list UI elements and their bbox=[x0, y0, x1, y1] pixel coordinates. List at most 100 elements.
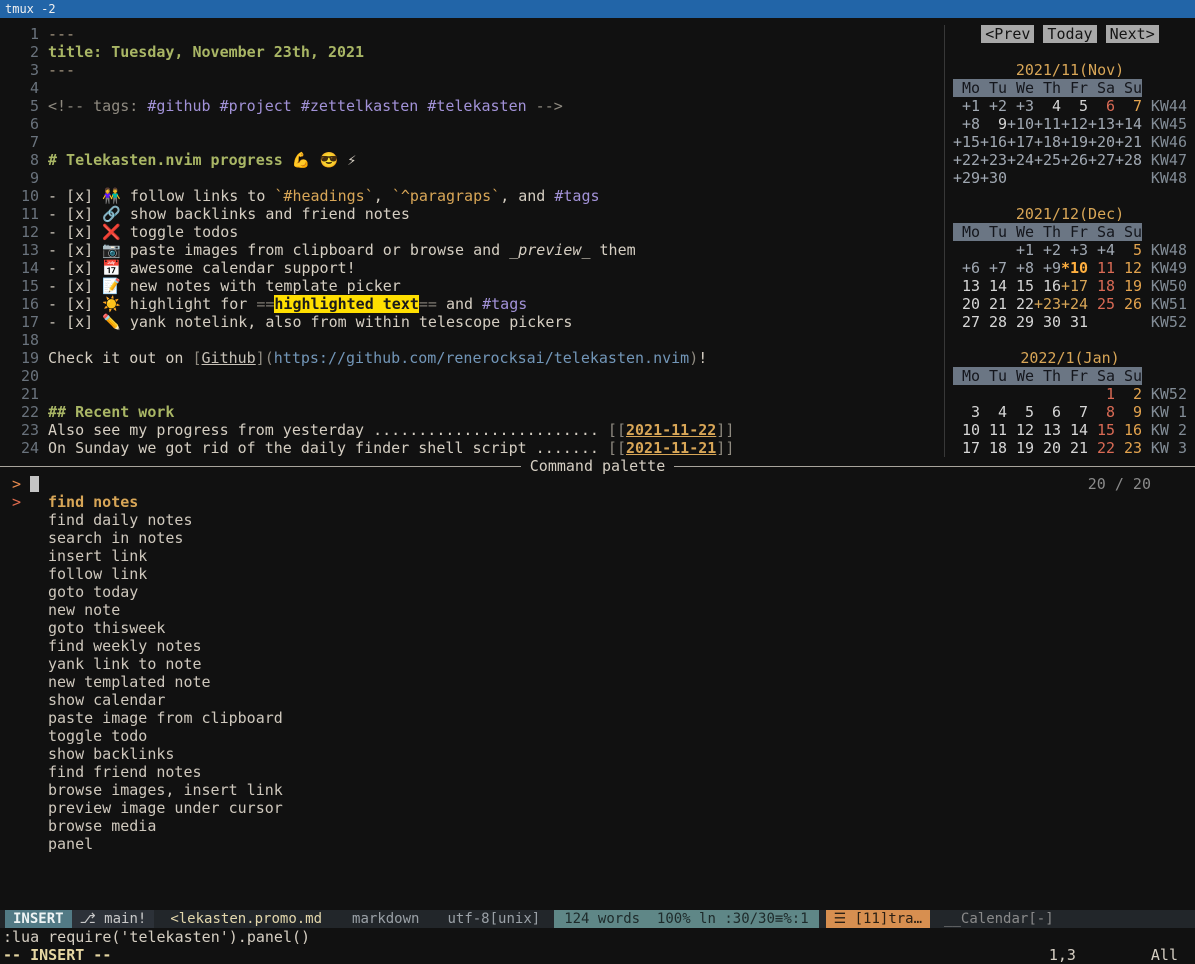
palette-item[interactable]: find weekly notes bbox=[0, 637, 1195, 655]
calendar-day[interactable]: +21 bbox=[1115, 133, 1142, 151]
editor-line[interactable]: 7 bbox=[3, 133, 944, 151]
calendar-day[interactable]: 21 bbox=[980, 295, 1007, 313]
calendar-day[interactable]: 16 bbox=[1115, 421, 1142, 439]
calendar-day[interactable]: +8 bbox=[1007, 259, 1034, 277]
editor-line[interactable]: 9 bbox=[3, 169, 944, 187]
calendar-day[interactable]: 10 bbox=[953, 421, 980, 439]
calendar-prev-button[interactable]: <Prev bbox=[981, 25, 1034, 43]
editor-line[interactable]: 1--- bbox=[3, 25, 944, 43]
editor-line[interactable]: 10- [x] 👫 follow links to `#headings`, `… bbox=[3, 187, 944, 205]
calendar-day[interactable]: 18 bbox=[980, 439, 1007, 457]
calendar-day[interactable]: +24 bbox=[1007, 151, 1034, 169]
calendar-day[interactable]: 11 bbox=[980, 421, 1007, 439]
calendar-day[interactable]: +3 bbox=[1061, 241, 1088, 259]
editor-line[interactable]: 3--- bbox=[3, 61, 944, 79]
editor-line[interactable]: 18 bbox=[3, 331, 944, 349]
calendar-day[interactable]: 16 bbox=[1034, 277, 1061, 295]
calendar-day[interactable]: 14 bbox=[1061, 421, 1088, 439]
editor-line[interactable]: 12- [x] ❌ toggle todos bbox=[3, 223, 944, 241]
calendar-day[interactable]: +30 bbox=[980, 169, 1007, 187]
calendar-day[interactable]: 11 bbox=[1088, 259, 1115, 277]
palette-item[interactable]: show calendar bbox=[0, 691, 1195, 709]
calendar-day[interactable]: +14 bbox=[1115, 115, 1142, 133]
calendar-day[interactable]: 20 bbox=[953, 295, 980, 313]
palette-item[interactable]: browse images, insert link bbox=[0, 781, 1195, 799]
calendar-day[interactable]: 19 bbox=[1115, 277, 1142, 295]
calendar-day[interactable]: +8 bbox=[953, 115, 980, 133]
palette-item[interactable]: goto today bbox=[0, 583, 1195, 601]
calendar-day[interactable]: 29 bbox=[1007, 313, 1034, 331]
editor-line[interactable]: 13- [x] 📷 paste images from clipboard or… bbox=[3, 241, 944, 259]
calendar-day[interactable]: 19 bbox=[1007, 439, 1034, 457]
calendar-day[interactable]: +22 bbox=[953, 151, 980, 169]
calendar-day[interactable]: 20 bbox=[1034, 439, 1061, 457]
calendar-day[interactable]: 15 bbox=[1088, 421, 1115, 439]
calendar-day[interactable]: +7 bbox=[980, 259, 1007, 277]
calendar-today-button[interactable]: Today bbox=[1043, 25, 1096, 43]
calendar-day[interactable]: +13 bbox=[1088, 115, 1115, 133]
calendar-day[interactable]: 7 bbox=[1115, 97, 1142, 115]
calendar-day[interactable]: 22 bbox=[1007, 295, 1034, 313]
calendar-day[interactable]: 6 bbox=[1088, 97, 1115, 115]
editor-line[interactable]: 5<!-- tags: #github #project #zettelkast… bbox=[3, 97, 944, 115]
palette-item[interactable]: show backlinks bbox=[0, 745, 1195, 763]
calendar-day[interactable]: 2 bbox=[1115, 385, 1142, 403]
command-line[interactable]: :lua require('telekasten').panel() bbox=[0, 928, 1195, 946]
palette-item[interactable]: follow link bbox=[0, 565, 1195, 583]
calendar-day[interactable]: 5 bbox=[1007, 403, 1034, 421]
calendar-day[interactable]: 1 bbox=[1088, 385, 1115, 403]
editor-line[interactable]: 8# Telekasten.nvim progress 💪 😎 ⚡ bbox=[3, 151, 944, 169]
calendar-day[interactable]: *10 bbox=[1061, 259, 1088, 277]
calendar-day[interactable]: +10 bbox=[1007, 115, 1034, 133]
editor-line[interactable]: 19Check it out on [Github](https://githu… bbox=[3, 349, 944, 367]
calendar-day[interactable]: 4 bbox=[1034, 97, 1061, 115]
calendar-day[interactable]: +28 bbox=[1115, 151, 1142, 169]
calendar-day[interactable]: +29 bbox=[953, 169, 980, 187]
editor-line[interactable]: 16- [x] ☀️ highlight for ==highlighted t… bbox=[3, 295, 944, 313]
palette-item[interactable]: search in notes bbox=[0, 529, 1195, 547]
calendar-day[interactable]: +27 bbox=[1088, 151, 1115, 169]
palette-item[interactable]: find daily notes bbox=[0, 511, 1195, 529]
palette-item[interactable]: preview image under cursor bbox=[0, 799, 1195, 817]
calendar-day[interactable]: 14 bbox=[980, 277, 1007, 295]
palette-item[interactable]: >find notes bbox=[0, 493, 1195, 511]
calendar-day[interactable]: +20 bbox=[1088, 133, 1115, 151]
calendar-day[interactable]: 22 bbox=[1088, 439, 1115, 457]
calendar-day[interactable]: 15 bbox=[1007, 277, 1034, 295]
editor-line[interactable]: 6 bbox=[3, 115, 944, 133]
palette-item[interactable]: yank link to note bbox=[0, 655, 1195, 673]
calendar-day[interactable]: 12 bbox=[1007, 421, 1034, 439]
palette-prompt[interactable]: > 20 / 20 bbox=[0, 475, 1195, 493]
palette-item[interactable]: find friend notes bbox=[0, 763, 1195, 781]
calendar-day[interactable]: 12 bbox=[1115, 259, 1142, 277]
editor-line[interactable]: 23Also see my progress from yesterday ..… bbox=[3, 421, 944, 439]
calendar-day[interactable]: +3 bbox=[1007, 97, 1034, 115]
calendar-day[interactable]: +25 bbox=[1034, 151, 1061, 169]
calendar-day[interactable]: +23 bbox=[1034, 295, 1061, 313]
editor-line[interactable]: 2title: Tuesday, November 23th, 2021 bbox=[3, 43, 944, 61]
calendar-day[interactable]: +12 bbox=[1061, 115, 1088, 133]
palette-item[interactable]: panel bbox=[0, 835, 1195, 853]
calendar-day[interactable]: 5 bbox=[1115, 241, 1142, 259]
calendar-day[interactable]: +16 bbox=[980, 133, 1007, 151]
editor-line[interactable]: 11- [x] 🔗 show backlinks and friend note… bbox=[3, 205, 944, 223]
calendar-day[interactable]: 9 bbox=[980, 115, 1007, 133]
calendar-day[interactable]: +6 bbox=[953, 259, 980, 277]
calendar-day[interactable]: 7 bbox=[1061, 403, 1088, 421]
calendar-day[interactable]: +4 bbox=[1088, 241, 1115, 259]
calendar-day[interactable]: 18 bbox=[1088, 277, 1115, 295]
calendar-day[interactable]: +17 bbox=[1007, 133, 1034, 151]
calendar-day[interactable]: +11 bbox=[1034, 115, 1061, 133]
editor-line[interactable]: 24On Sunday we got rid of the daily find… bbox=[3, 439, 944, 457]
palette-item[interactable]: insert link bbox=[0, 547, 1195, 565]
calendar-day[interactable]: +2 bbox=[1034, 241, 1061, 259]
calendar-day[interactable]: 6 bbox=[1034, 403, 1061, 421]
calendar-day[interactable]: 13 bbox=[953, 277, 980, 295]
calendar-day[interactable]: +1 bbox=[953, 97, 980, 115]
calendar-day[interactable]: 27 bbox=[953, 313, 980, 331]
palette-item[interactable]: toggle todo bbox=[0, 727, 1195, 745]
calendar-day[interactable]: +15 bbox=[953, 133, 980, 151]
calendar-day[interactable]: +1 bbox=[1007, 241, 1034, 259]
calendar-day[interactable]: 25 bbox=[1088, 295, 1115, 313]
calendar-day[interactable]: 28 bbox=[980, 313, 1007, 331]
